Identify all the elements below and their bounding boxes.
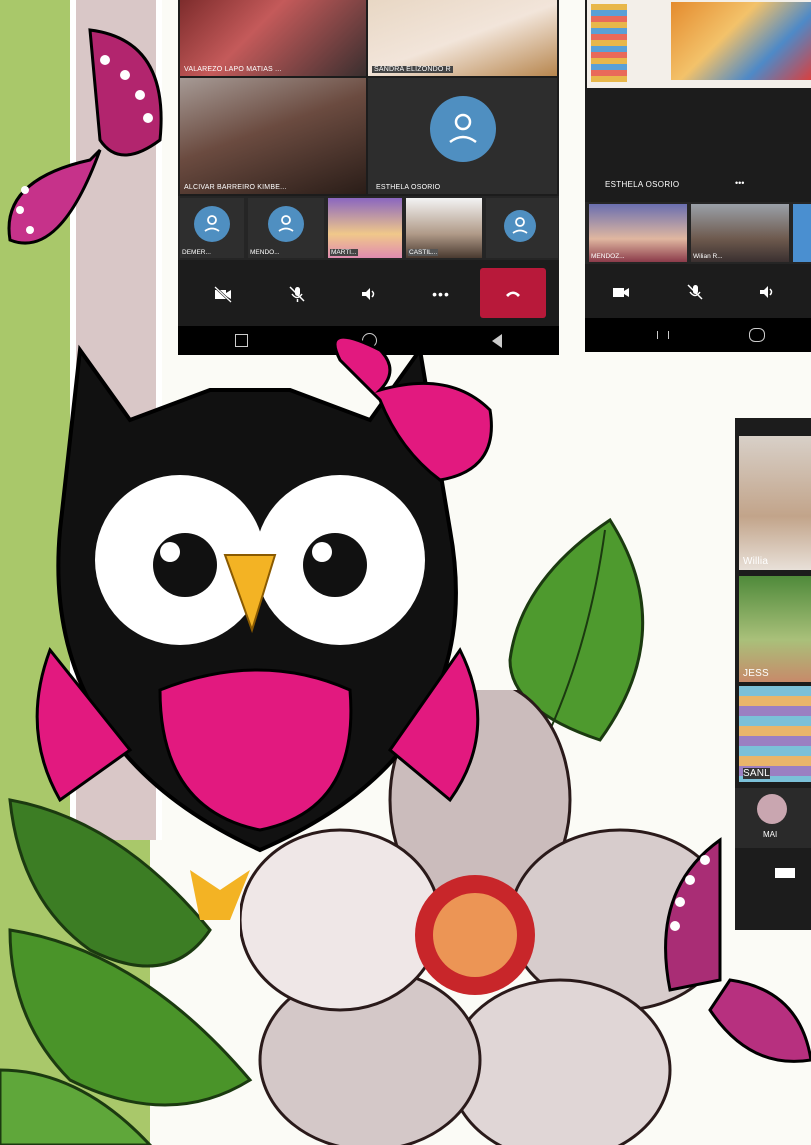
video-tile[interactable]: ESTHELA OSORIO	[368, 78, 557, 194]
speaker-icon[interactable]	[336, 270, 402, 318]
participant-name: ALCIVAR BARREIRO KIMBE...	[184, 184, 287, 191]
call-controls	[585, 266, 811, 316]
avatar	[757, 794, 787, 824]
participant-name: MENDO...	[250, 249, 280, 256]
screen-sidebar	[591, 4, 627, 82]
participant-name: MENDOZ...	[591, 253, 625, 260]
video-tile[interactable]: ALCIVAR BARREIRO KIMBE...	[180, 78, 366, 194]
more-icon[interactable]: •••	[735, 178, 744, 188]
screen-slide	[671, 2, 811, 80]
avatar	[194, 206, 230, 242]
participant-name: ESTHELA OSORIO	[376, 184, 441, 191]
thumbnail[interactable]	[793, 204, 811, 262]
thumbnail[interactable]: MENDOZ...	[589, 204, 687, 262]
recents-button[interactable]	[657, 331, 669, 339]
video-tile[interactable]: SANDRA ELIZONDO R	[368, 0, 557, 76]
shared-screen	[587, 0, 811, 88]
thumbnail-strip: DEMER... MENDO... MARTI... CASTIL...	[178, 196, 559, 260]
more-glyph: •••	[432, 286, 450, 302]
thumbnail[interactable]	[486, 198, 558, 258]
participant-name: SANL	[743, 768, 770, 779]
phone-screenshot-2: ESTHELA OSORIO ••• MENDOZ... Wilian R...	[585, 0, 811, 352]
speaker-icon[interactable]	[735, 268, 799, 316]
end-call-button[interactable]	[480, 268, 546, 318]
end-call-icon	[506, 291, 520, 297]
mic-off-icon[interactable]	[264, 270, 330, 318]
owl-illustration	[35, 335, 493, 920]
avatar	[430, 96, 496, 162]
phone-screenshot-1: VALAREZO LAPO MATIAS ... SANDRA ELIZONDO…	[178, 0, 559, 355]
participant-banner: ESTHELA OSORIO •••	[585, 90, 811, 200]
participant-name: ESTHELA OSORIO	[605, 180, 680, 189]
more-icon[interactable]: •••	[408, 270, 474, 318]
home-button[interactable]	[749, 328, 765, 342]
thumbnail[interactable]: MARTI...	[328, 198, 402, 258]
android-nav-bar	[585, 318, 811, 352]
video-tile[interactable]: SANL	[739, 686, 811, 782]
thumbnail-strip: MENDOZ... Wilian R...	[585, 202, 811, 264]
avatar	[504, 210, 536, 242]
video-tile[interactable]: JESS	[739, 576, 811, 682]
video-tile[interactable]: VALAREZO LAPO MATIAS ...	[180, 0, 366, 76]
participant-name: Willia	[743, 556, 769, 567]
participant-name: DEMER...	[182, 249, 211, 256]
call-controls: •••	[178, 266, 559, 322]
butterfly-illustration	[664, 837, 811, 1063]
butterfly-illustration	[7, 28, 163, 245]
avatar	[268, 206, 304, 242]
participant-name: MARTI...	[330, 249, 358, 256]
camera-off-icon[interactable]	[190, 270, 256, 318]
thumbnail[interactable]: Wilian R...	[691, 204, 789, 262]
thumbnail[interactable]: MENDO...	[248, 198, 324, 258]
video-tile[interactable]: Willia	[739, 436, 811, 570]
camera-icon[interactable]	[589, 268, 653, 316]
mic-off-icon[interactable]	[663, 268, 727, 316]
participant-name: Wilian R...	[693, 253, 723, 260]
participant-name: SANDRA ELIZONDO R	[372, 66, 453, 73]
participant-name: JESS	[743, 668, 769, 679]
thumbnail[interactable]: CASTIL...	[406, 198, 482, 258]
participant-name: VALAREZO LAPO MATIAS ...	[184, 66, 282, 73]
participant-name: CASTIL...	[408, 249, 439, 256]
thumbnail[interactable]: DEMER...	[180, 198, 244, 258]
